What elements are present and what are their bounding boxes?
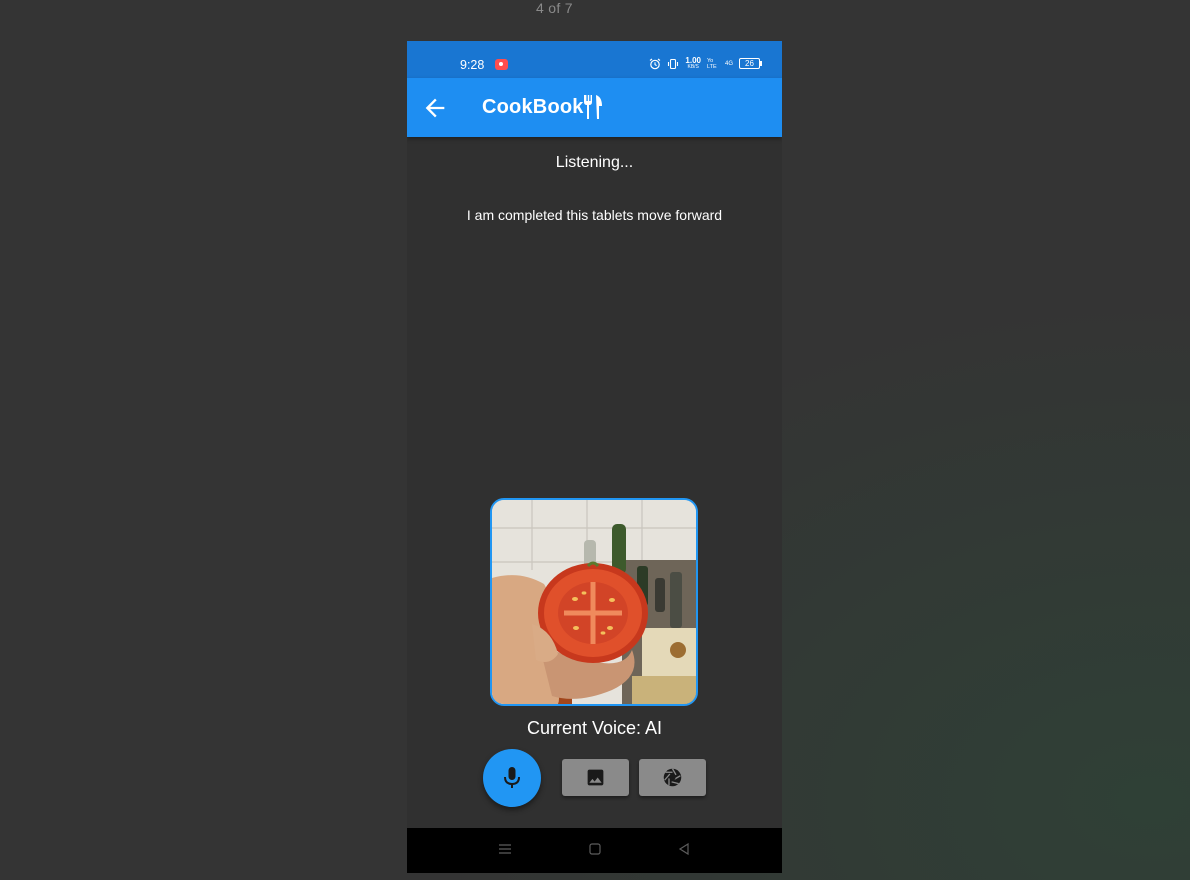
listening-status: Listening... [555, 154, 634, 171]
status-time: 9:28 [460, 58, 485, 72]
status-bar: 9:28 1.00 KB/S Yo LTE 4G 26 [407, 41, 782, 78]
captured-photo[interactable] [490, 498, 698, 706]
network-speed-unit: KB/S [687, 64, 699, 70]
status-icons: 1.00 KB/S Yo LTE 4G 26 [649, 57, 762, 70]
mic-icon [504, 767, 520, 788]
network-type-2: 4G [724, 60, 733, 67]
mic-button[interactable] [483, 749, 541, 807]
fork-knife-icon [584, 95, 602, 119]
arrow-back-icon [425, 98, 445, 118]
speech-transcript: I am completed this tablets move forward [466, 207, 723, 223]
network-type-1: Yo LTE [706, 57, 717, 70]
network-speed: 1.00 KB/S [685, 57, 701, 70]
camera-button[interactable] [639, 759, 706, 796]
image-icon [587, 769, 604, 786]
screen-record-icon [495, 59, 508, 70]
menu-icon[interactable] [498, 842, 512, 856]
back-triangle-icon[interactable] [677, 842, 691, 856]
current-voice-label: Current Voice: AI [526, 718, 663, 738]
back-button[interactable] [421, 94, 449, 122]
phone-screen: 9:28 1.00 KB/S Yo LTE 4G 26 CookBook Lis… [407, 41, 782, 873]
battery-icon: 26 [739, 58, 762, 69]
tomato-photo [492, 500, 696, 704]
camera-shutter-icon [663, 768, 682, 787]
image-viewer: 4 of 7 9:28 1.00 KB/S Yo LTE 4G 26 CookB… [0, 0, 1190, 880]
gallery-button[interactable] [562, 759, 629, 796]
alarm-icon [650, 58, 661, 69]
page-counter: 4 of 7 [536, 0, 573, 16]
vibrate-icon [668, 58, 679, 69]
app-title: CookBook [482, 96, 584, 118]
app-bar: CookBook [407, 78, 782, 137]
system-nav-bar [407, 828, 782, 873]
home-square-icon[interactable] [588, 842, 602, 856]
